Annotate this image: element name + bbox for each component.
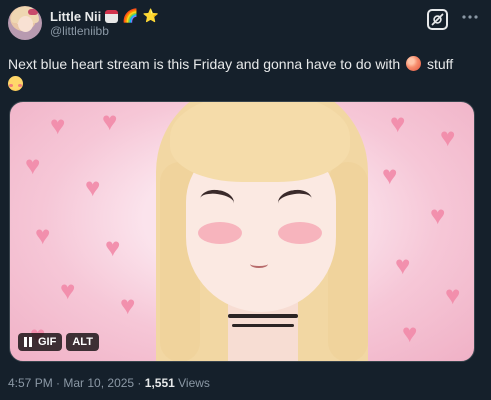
pause-button[interactable]: GIF: [18, 333, 63, 351]
meta-separator-2: ·: [134, 376, 145, 390]
character-blush-left: [198, 222, 242, 244]
tweet-date[interactable]: Mar 10, 2025: [63, 376, 134, 390]
name-badge-emoji: [105, 9, 119, 23]
grok-icon: [431, 13, 444, 26]
tweet-text-part1: Next blue heart stream is this Friday an…: [8, 56, 405, 72]
heart-decoration: ♥: [395, 250, 411, 280]
views-count[interactable]: 1,551: [145, 376, 175, 390]
tweet-meta: 4:57 PM · Mar 10, 2025 · 1,551 Views: [8, 376, 210, 390]
star-emoji: ⭐: [142, 8, 159, 23]
author-name-line[interactable]: Little Nii 🌈 ⭐: [50, 8, 159, 24]
more-icon[interactable]: [461, 8, 479, 26]
heart-decoration: ♥: [105, 232, 121, 262]
peach-emoji: [406, 56, 422, 71]
alt-badge[interactable]: ALT: [66, 333, 99, 351]
character-choker: [228, 314, 298, 318]
character-choker-lower: [232, 324, 294, 327]
tweet-text: Next blue heart stream is this Friday an…: [8, 54, 478, 94]
rainbow-emoji: 🌈: [122, 8, 139, 23]
gif-badge: GIF: [38, 336, 57, 348]
heart-decoration: ♥: [402, 318, 418, 348]
character-blush-right: [278, 222, 322, 244]
heart-decoration: ♥: [120, 290, 136, 320]
avatar-face: [18, 16, 33, 32]
heart-decoration: ♥: [25, 150, 41, 180]
heart-decoration: ♥: [85, 172, 101, 202]
character-bangs: [170, 102, 350, 182]
heart-decoration: ♥: [430, 200, 446, 230]
character-mouth: [250, 260, 268, 268]
tweet-text-part2: stuff: [423, 56, 454, 72]
avatar[interactable]: [8, 6, 42, 40]
flushed-emoji: [8, 76, 23, 91]
author-display-name[interactable]: Little Nii: [50, 9, 101, 24]
heart-decoration: ♥: [440, 122, 456, 152]
grok-button[interactable]: [427, 9, 448, 30]
heart-decoration: ♥: [382, 160, 398, 190]
heart-decoration: ♥: [445, 280, 461, 310]
heart-decoration: ♥: [60, 275, 76, 305]
tweet-media-gif[interactable]: ♥ ♥ ♥ ♥ ♥ ♥ ♥ ♥ ♥ ♥ ♥ ♥ ♥ ♥ ♥ ♥ GIF: [9, 101, 475, 362]
avatar-bow: [28, 9, 38, 15]
heart-decoration: ♥: [390, 108, 406, 138]
author-handle[interactable]: @littleniibb: [50, 24, 109, 38]
heart-decoration: ♥: [102, 106, 118, 136]
media-controls: GIF ALT: [18, 333, 99, 351]
pause-icon: [24, 337, 32, 347]
meta-separator: ·: [52, 376, 64, 390]
tweet: Little Nii 🌈 ⭐ @littleniibb Next blue he…: [0, 0, 491, 400]
tweet-time[interactable]: 4:57 PM: [8, 376, 53, 390]
heart-decoration: ♥: [50, 110, 66, 140]
views-label: Views: [174, 376, 210, 390]
heart-decoration: ♥: [35, 220, 51, 250]
